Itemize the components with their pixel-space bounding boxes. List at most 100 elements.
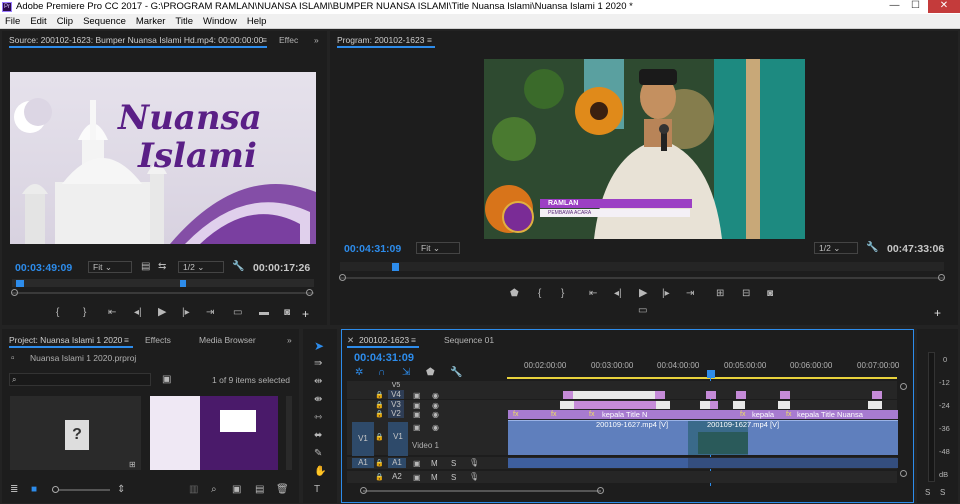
program-zoom-bar[interactable] xyxy=(340,277,944,279)
solo-icon[interactable]: S xyxy=(925,487,930,499)
program-playhead[interactable] xyxy=(392,263,399,271)
new-bin-icon[interactable]: ▣ xyxy=(232,484,241,496)
slip-tool-icon[interactable]: ⇿ xyxy=(314,412,322,424)
vscroll-handle[interactable] xyxy=(900,470,907,477)
zoom-handle-left[interactable] xyxy=(339,274,346,281)
menu-icon[interactable]: ≡ xyxy=(124,333,129,347)
media-browser-tab[interactable]: Media Browser xyxy=(199,333,256,347)
voiceover-mic-icon[interactable]: 🎙 xyxy=(469,471,479,483)
project-item-thumbnail[interactable] xyxy=(150,396,278,470)
add-marker-icon[interactable]: ⬟ xyxy=(426,367,435,379)
add-button-icon[interactable]: + xyxy=(934,307,941,319)
source-playhead[interactable] xyxy=(180,280,186,287)
work-area-bar[interactable] xyxy=(507,377,897,379)
extract-icon[interactable]: ⊟ xyxy=(742,288,750,300)
effect-controls-tab[interactable]: Effec xyxy=(279,33,298,47)
step-back-icon[interactable]: ◂| xyxy=(614,288,622,300)
overwrite-icon[interactable]: ▬ xyxy=(259,307,269,319)
zoom-handle-left[interactable] xyxy=(11,289,18,296)
track-label-a1[interactable]: A1 xyxy=(388,458,406,468)
source-resolution-select[interactable]: 1/2 ⌄ xyxy=(178,261,224,273)
mute-button[interactable]: M xyxy=(431,472,438,483)
track-label-a2[interactable]: A2 xyxy=(388,472,406,482)
menu-marker[interactable]: Marker xyxy=(131,14,171,29)
project-tab[interactable]: Project: Nuansa Islami 1 2020 xyxy=(9,333,122,347)
timeline-clip[interactable] xyxy=(778,401,790,409)
go-to-in-icon[interactable]: ⇤ xyxy=(589,288,597,300)
mark-in-icon[interactable]: { xyxy=(56,307,59,319)
insert-icon[interactable]: ▭ xyxy=(233,307,242,319)
timeline-clip[interactable] xyxy=(563,391,573,399)
sync-lock-icon[interactable]: ▣ xyxy=(413,409,421,421)
track-label-v3[interactable]: V3 xyxy=(388,400,404,409)
solo-icon[interactable]: S xyxy=(940,487,945,499)
timeline-clip[interactable] xyxy=(780,391,790,399)
thumbnail-size-slider[interactable] xyxy=(52,489,110,491)
timeline-clip[interactable] xyxy=(656,401,670,409)
panel-overflow-icon[interactable]: » xyxy=(287,333,292,347)
panel-overflow-icon[interactable]: » xyxy=(314,33,319,47)
eye-icon[interactable]: ◉ xyxy=(432,409,439,421)
source-zoom-bar[interactable] xyxy=(12,292,314,294)
slide-tool-icon[interactable]: ⬌ xyxy=(314,430,322,442)
track-label-v2[interactable]: V2 xyxy=(388,409,404,418)
track-select-icon[interactable]: ⇛ xyxy=(314,358,322,370)
program-time-ruler[interactable] xyxy=(340,262,944,271)
menu-icon[interactable]: ≡ xyxy=(262,33,267,47)
timeline-clip[interactable] xyxy=(560,401,574,409)
menu-icon[interactable]: ≡ xyxy=(427,33,432,47)
program-timecode[interactable]: 00:04:31:09 xyxy=(344,243,401,255)
razor-tool-icon[interactable]: ✎ xyxy=(314,448,322,460)
automate-icon[interactable]: ▥ xyxy=(189,484,198,496)
project-scrollbar[interactable] xyxy=(286,396,292,470)
track-label-v4[interactable]: V4 xyxy=(388,390,404,399)
menu-help[interactable]: Help xyxy=(242,14,272,29)
slider-handle[interactable] xyxy=(52,486,59,493)
source-monitor-tab[interactable]: Source: 200102-1623: Bumper Nuansa Islam… xyxy=(9,33,263,47)
step-back-icon[interactable]: ◂| xyxy=(134,307,142,319)
scroll-handle-right[interactable] xyxy=(597,487,604,494)
minimize-button[interactable]: — xyxy=(885,0,904,13)
effects-tab[interactable]: Effects xyxy=(145,333,171,347)
timeline-clip[interactable] xyxy=(700,401,710,409)
menu-file[interactable]: File xyxy=(0,14,25,29)
source-time-ruler[interactable] xyxy=(12,279,314,287)
solo-button[interactable]: S xyxy=(451,458,456,469)
audio-clip[interactable] xyxy=(508,458,688,468)
sequence-tab[interactable]: Sequence 01 xyxy=(444,333,494,347)
go-to-out-icon[interactable]: ⇥ xyxy=(686,288,694,300)
program-fit-select[interactable]: Fit ⌄ xyxy=(416,242,460,254)
timeline-clip[interactable] xyxy=(736,391,746,399)
timeline-clip[interactable] xyxy=(710,401,718,409)
close-icon[interactable]: ✕ xyxy=(347,333,354,347)
hand-tool-icon[interactable]: ✋ xyxy=(314,466,326,478)
sync-lock-icon[interactable]: ▣ xyxy=(413,422,421,434)
track-label-v1[interactable]: V1 xyxy=(388,422,408,456)
source-timecode[interactable]: 00:03:49:09 xyxy=(15,262,72,274)
sort-icon[interactable]: ⇕ xyxy=(117,484,125,496)
lock-icon[interactable]: 🔒 xyxy=(375,409,384,421)
vscroll-handle[interactable] xyxy=(900,383,907,390)
wrench-icon[interactable]: 🔧 xyxy=(450,367,462,379)
lock-icon[interactable]: 🔒 xyxy=(375,458,384,470)
zoom-handle-right[interactable] xyxy=(306,289,313,296)
snap-icon[interactable]: ✲ xyxy=(355,367,363,379)
menu-window[interactable]: Window xyxy=(198,14,242,29)
lock-icon[interactable]: 🔒 xyxy=(375,432,384,444)
add-button-icon[interactable]: + xyxy=(302,308,309,320)
timeline-scrollbar[interactable] xyxy=(363,490,601,492)
menu-icon[interactable]: ≡ xyxy=(411,333,416,347)
program-monitor-tab[interactable]: Program: 200102-1623 xyxy=(337,33,424,47)
audio-clip[interactable] xyxy=(688,458,898,468)
mark-out-icon[interactable]: } xyxy=(561,288,564,300)
project-search-input[interactable] xyxy=(9,373,151,386)
mark-out-icon[interactable]: } xyxy=(83,307,86,319)
type-tool-icon[interactable]: T xyxy=(314,484,320,496)
rolling-edit-icon[interactable]: ⇼ xyxy=(314,394,322,406)
timeline-clip[interactable] xyxy=(706,391,716,399)
play-icon[interactable]: ▶ xyxy=(158,306,166,318)
timeline-timecode[interactable]: 00:04:31:09 xyxy=(354,352,414,364)
selection-tool-icon[interactable]: ➤ xyxy=(314,340,324,352)
close-button[interactable]: ✕ xyxy=(928,0,960,13)
timeline-playhead[interactable] xyxy=(707,370,715,378)
